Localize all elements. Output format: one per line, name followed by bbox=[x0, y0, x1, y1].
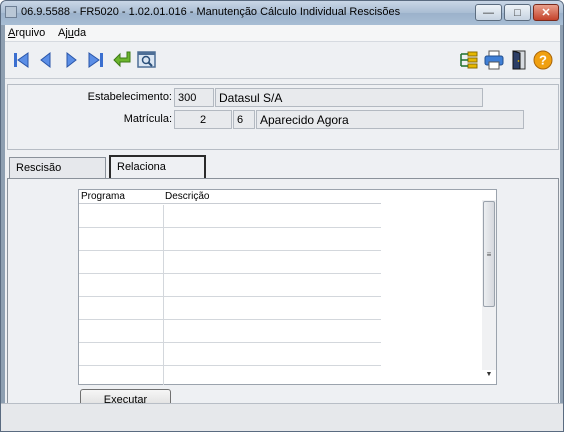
minimize-button[interactable]: — bbox=[475, 4, 502, 21]
hierarchy-icon[interactable] bbox=[457, 48, 481, 72]
app-icon bbox=[5, 6, 17, 18]
window-title: 06.9.5588 - FR5020 - 1.02.01.016 - Manut… bbox=[21, 6, 401, 18]
table-row[interactable] bbox=[79, 251, 381, 274]
grid-header: Programa Descrição bbox=[79, 190, 381, 204]
table-row[interactable] bbox=[79, 228, 381, 251]
client-area: Arquivo Ajuda ? Estabelecimento: 300 Dat… bbox=[5, 25, 560, 429]
svg-text:?: ? bbox=[539, 53, 547, 68]
last-record-icon[interactable] bbox=[84, 48, 108, 72]
matricula-name-field: Aparecido Agora bbox=[256, 110, 524, 129]
scroll-down-arrow-icon[interactable]: ▼ bbox=[482, 371, 496, 383]
scrollbar-thumb[interactable]: ≡ bbox=[483, 201, 495, 307]
goto-record-icon[interactable] bbox=[110, 48, 134, 72]
tab-rescisao[interactable]: Rescisão bbox=[9, 157, 106, 178]
menu-arquivo[interactable]: Arquivo bbox=[8, 27, 45, 39]
previous-record-icon[interactable] bbox=[34, 48, 58, 72]
close-button[interactable]: ✕ bbox=[533, 4, 559, 21]
maximize-button[interactable]: □ bbox=[504, 4, 531, 21]
table-row[interactable] bbox=[79, 205, 381, 228]
table-row[interactable] bbox=[79, 274, 381, 297]
print-icon[interactable] bbox=[482, 48, 506, 72]
matricula-company-field[interactable]: 2 bbox=[174, 110, 232, 129]
next-record-icon[interactable] bbox=[59, 48, 83, 72]
column-separator bbox=[163, 205, 164, 385]
estabelecimento-label: Estabelecimento: bbox=[87, 91, 172, 103]
title-bar[interactable]: 06.9.5588 - FR5020 - 1.02.01.016 - Manut… bbox=[1, 1, 563, 25]
vertical-scrollbar[interactable]: ≡ bbox=[482, 200, 496, 370]
column-header-descricao[interactable]: Descrição bbox=[165, 191, 209, 202]
matricula-label: Matrícula: bbox=[123, 113, 172, 125]
first-record-icon[interactable] bbox=[9, 48, 33, 72]
menu-ajuda[interactable]: Ajuda bbox=[58, 27, 86, 39]
table-row[interactable] bbox=[79, 297, 381, 320]
toolbar: ? bbox=[5, 43, 560, 79]
column-header-programa[interactable]: Programa bbox=[81, 191, 125, 202]
estabelecimento-name-field: Datasul S/A bbox=[215, 88, 483, 107]
application-window: 06.9.5588 - FR5020 - 1.02.01.016 - Manut… bbox=[0, 0, 564, 432]
menu-bar: Arquivo Ajuda bbox=[5, 25, 560, 42]
programs-grid[interactable]: Programa Descrição ≡ ▼ bbox=[78, 189, 497, 385]
exit-door-icon[interactable] bbox=[507, 48, 531, 72]
help-icon[interactable]: ? bbox=[531, 48, 555, 72]
search-icon[interactable] bbox=[135, 48, 159, 72]
table-row[interactable] bbox=[79, 366, 381, 384]
tab-panel-relaciona: Programa Descrição ≡ ▼ Executar bbox=[7, 178, 559, 422]
tab-relaciona[interactable]: Relaciona bbox=[109, 155, 206, 179]
status-bar bbox=[1, 403, 563, 431]
estabelecimento-code-field[interactable]: 300 bbox=[174, 88, 214, 107]
header-panel: Estabelecimento: 300 Datasul S/A Matrícu… bbox=[7, 84, 559, 150]
table-row[interactable] bbox=[79, 320, 381, 343]
table-row[interactable] bbox=[79, 343, 381, 366]
matricula-number-field[interactable]: 6 bbox=[233, 110, 255, 129]
